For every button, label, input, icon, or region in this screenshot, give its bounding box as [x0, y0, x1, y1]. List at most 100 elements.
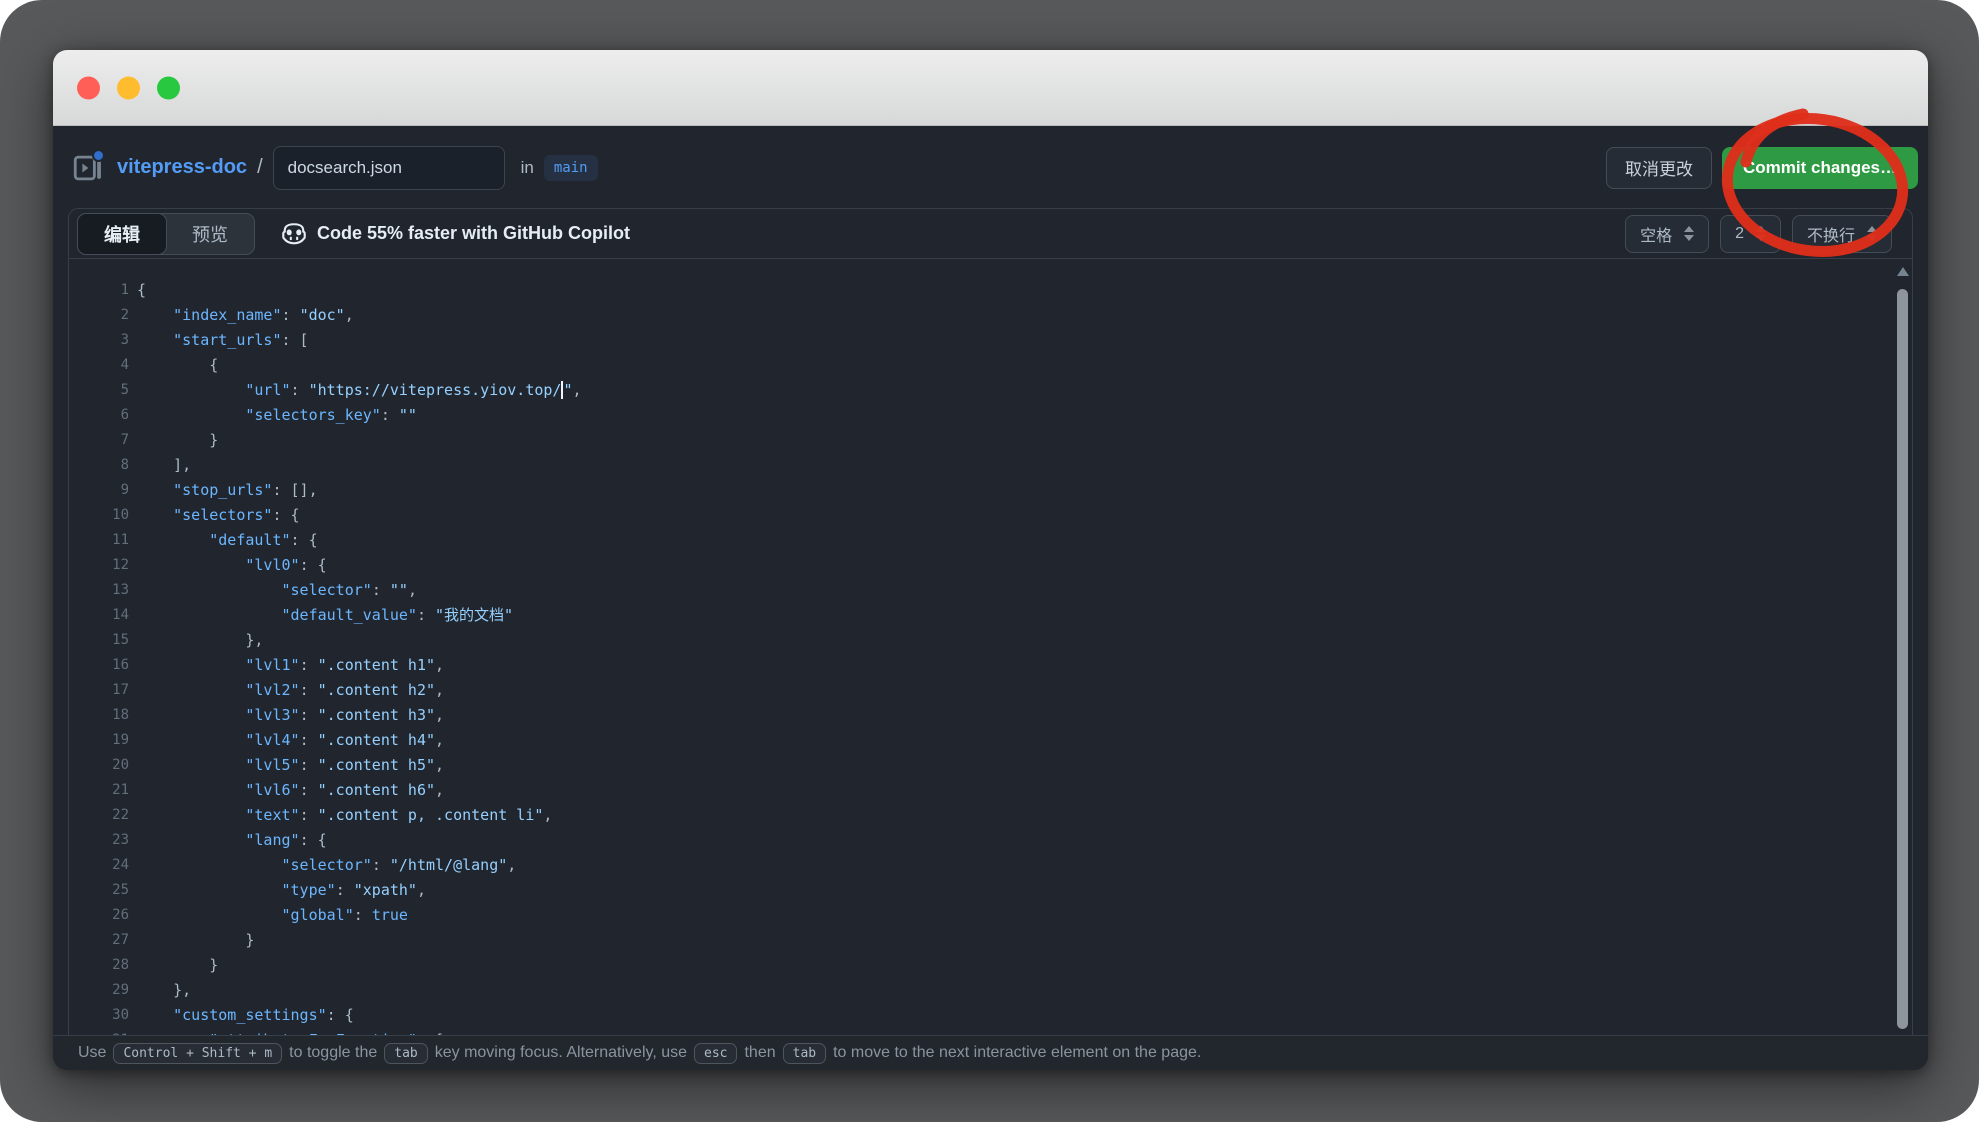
- code-line-content: "text": ".content p, .content li",: [137, 803, 552, 828]
- code-token: [137, 531, 209, 549]
- minimize-window-button[interactable]: [117, 76, 140, 99]
- code-token: [137, 706, 245, 724]
- code-line[interactable]: 9 "stop_urls": [],: [69, 478, 1894, 503]
- code-line[interactable]: 26 "global": true: [69, 903, 1894, 928]
- code-editor[interactable]: 1{2 "index_name": "doc",3 "start_urls": …: [69, 260, 1894, 1035]
- line-number: 6: [69, 403, 129, 428]
- code-line[interactable]: 10 "selectors": {: [69, 503, 1894, 528]
- code-token: ,: [435, 731, 444, 749]
- code-token: "/html/@lang": [390, 856, 507, 874]
- code-line[interactable]: 30 "custom_settings": {: [69, 1003, 1894, 1028]
- code-token: "lvl1": [245, 656, 299, 674]
- code-line[interactable]: 24 "selector": "/html/@lang",: [69, 853, 1894, 878]
- line-number: 9: [69, 478, 129, 503]
- code-line-content: }: [137, 928, 254, 953]
- code-token: :: [300, 806, 318, 824]
- code-line[interactable]: 15 },: [69, 628, 1894, 653]
- cancel-changes-button[interactable]: 取消更改: [1606, 147, 1712, 189]
- code-token: [137, 581, 282, 599]
- wrap-mode-select[interactable]: 不换行: [1792, 215, 1892, 253]
- copilot-icon: [281, 221, 307, 247]
- repo-icon: [73, 153, 103, 183]
- code-token: [137, 906, 282, 924]
- scrollbar-up-icon[interactable]: [1897, 267, 1909, 276]
- tab-preview[interactable]: 预览: [166, 214, 254, 254]
- close-window-button[interactable]: [77, 76, 100, 99]
- code-token: : {: [291, 531, 318, 549]
- code-line[interactable]: 27 }: [69, 928, 1894, 953]
- code-line[interactable]: 4 {: [69, 353, 1894, 378]
- code-line-content: "start_urls": [: [137, 328, 309, 353]
- code-line[interactable]: 28 }: [69, 953, 1894, 978]
- code-line[interactable]: 1{: [69, 278, 1894, 303]
- code-token: "global": [282, 906, 354, 924]
- code-line[interactable]: 20 "lvl5": ".content h5",: [69, 753, 1894, 778]
- code-line[interactable]: 3 "start_urls": [: [69, 328, 1894, 353]
- branch-badge[interactable]: main: [544, 155, 598, 181]
- scrollbar-thumb[interactable]: [1897, 289, 1908, 1029]
- code-line[interactable]: 19 "lvl4": ".content h4",: [69, 728, 1894, 753]
- code-token: },: [137, 631, 263, 649]
- repo-name-link[interactable]: vitepress-doc: [117, 156, 247, 179]
- code-token: [137, 306, 173, 324]
- code-line[interactable]: 7 }: [69, 428, 1894, 453]
- code-token: }: [137, 956, 218, 974]
- path-separator: /: [257, 156, 263, 179]
- footer-text: to move to the next interactive element …: [833, 1044, 1201, 1062]
- indent-mode-select[interactable]: 空格: [1625, 215, 1709, 253]
- zoom-window-button[interactable]: [157, 76, 180, 99]
- code-line[interactable]: 8 ],: [69, 453, 1894, 478]
- code-line[interactable]: 13 "selector": "",: [69, 578, 1894, 603]
- chevron-updown-icon: [1684, 226, 1694, 241]
- code-line-content: "selectors": {: [137, 503, 300, 528]
- code-token: ,: [435, 656, 444, 674]
- code-token: :: [300, 781, 318, 799]
- code-line[interactable]: 31 "attributesForFaceting": [: [69, 1028, 1894, 1035]
- code-line[interactable]: 2 "index_name": "doc",: [69, 303, 1894, 328]
- code-line[interactable]: 29 },: [69, 978, 1894, 1003]
- code-line-content: "custom_settings": {: [137, 1003, 354, 1028]
- code-line[interactable]: 17 "lvl2": ".content h2",: [69, 678, 1894, 703]
- code-token: ,: [435, 706, 444, 724]
- code-token: "lang": [245, 831, 299, 849]
- line-number: 25: [69, 878, 129, 903]
- code-line[interactable]: 23 "lang": {: [69, 828, 1894, 853]
- code-line[interactable]: 11 "default": {: [69, 528, 1894, 553]
- accessibility-hint-bar: UseControl + Shift + mto toggle thetabke…: [53, 1035, 1928, 1070]
- code-token: "default_value": [282, 606, 417, 624]
- code-token: [137, 681, 245, 699]
- kbd-shortcut: esc: [694, 1043, 737, 1064]
- line-number: 18: [69, 703, 129, 728]
- tab-edit[interactable]: 编辑: [77, 213, 167, 255]
- filename-input[interactable]: [273, 146, 505, 190]
- code-token: true: [372, 906, 408, 924]
- code-line[interactable]: 5 "url": "https://vitepress.yiov.top/",: [69, 378, 1894, 403]
- code-line[interactable]: 18 "lvl3": ".content h3",: [69, 703, 1894, 728]
- code-token: "lvl4": [245, 731, 299, 749]
- code-line[interactable]: 12 "lvl0": {: [69, 553, 1894, 578]
- line-number: 14: [69, 603, 129, 628]
- editor-scrollbar[interactable]: [1895, 263, 1910, 1033]
- indent-size-value: 2: [1735, 225, 1744, 243]
- code-line-content: {: [137, 353, 218, 378]
- code-token: :: [300, 681, 318, 699]
- code-line[interactable]: 25 "type": "xpath",: [69, 878, 1894, 903]
- code-line[interactable]: 16 "lvl1": ".content h1",: [69, 653, 1894, 678]
- copilot-banner[interactable]: Code 55% faster with GitHub Copilot: [281, 221, 630, 247]
- code-line-content: }: [137, 428, 218, 453]
- edit-preview-tabs: 编辑 预览: [77, 213, 255, 255]
- commit-changes-button[interactable]: Commit changes…: [1722, 147, 1918, 189]
- code-token: "custom_settings": [173, 1006, 327, 1024]
- code-line[interactable]: 22 "text": ".content p, .content li",: [69, 803, 1894, 828]
- code-line[interactable]: 21 "lvl6": ".content h6",: [69, 778, 1894, 803]
- line-number: 27: [69, 928, 129, 953]
- code-token: ,: [573, 381, 582, 399]
- code-token: : {: [327, 1006, 354, 1024]
- code-token: ,: [408, 581, 417, 599]
- indent-size-select[interactable]: 2: [1720, 215, 1781, 253]
- code-token: },: [137, 981, 191, 999]
- code-token: }: [137, 431, 218, 449]
- code-line[interactable]: 14 "default_value": "我的文档": [69, 603, 1894, 628]
- code-line-content: "selector": "/html/@lang",: [137, 853, 516, 878]
- code-line[interactable]: 6 "selectors_key": "": [69, 403, 1894, 428]
